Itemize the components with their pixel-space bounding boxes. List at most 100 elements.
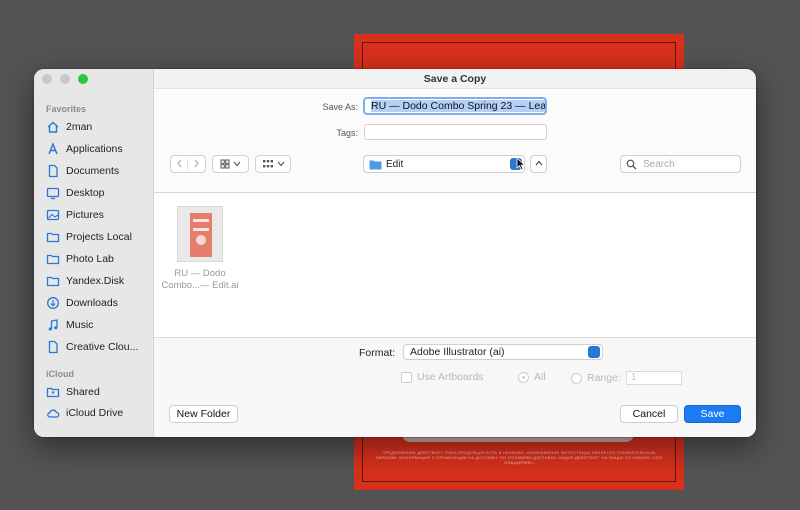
location-value: Edit bbox=[386, 158, 404, 170]
sidebar: Favorites 2man Applications Documents De… bbox=[34, 69, 154, 437]
file-name-line-2: Combo...— Edit.ai bbox=[161, 280, 239, 291]
sidebar-item-label: Photo Lab bbox=[66, 253, 114, 265]
view-mode-button[interactable] bbox=[212, 155, 249, 173]
document-icon bbox=[48, 164, 58, 178]
pictures-icon bbox=[46, 209, 60, 221]
forward-button[interactable] bbox=[188, 159, 205, 170]
document-icon bbox=[48, 340, 58, 354]
sidebar-item-downloads[interactable]: Downloads bbox=[46, 293, 150, 313]
sidebar-heading-icloud: iCloud bbox=[46, 369, 74, 379]
sidebar-item-pictures[interactable]: Pictures bbox=[46, 205, 150, 225]
file-item[interactable]: RU — Dodo Combo...— Edit.ai bbox=[160, 206, 240, 292]
use-artboards-option[interactable]: Use Artboards bbox=[401, 371, 484, 383]
sidebar-item-documents[interactable]: Documents bbox=[46, 161, 150, 181]
sidebar-item-projects-local[interactable]: Projects Local bbox=[46, 227, 150, 247]
sidebar-item-shared[interactable]: Shared bbox=[46, 382, 150, 402]
artboard-fine-print: ПРЕДЛОЖЕНИЕ ДЕЙСТВУЕТ, ПОКА ПРОДУКЦИЯ ЕС… bbox=[375, 450, 663, 465]
sidebar-item-label: Yandex.Disk bbox=[66, 275, 125, 287]
mouse-cursor-icon bbox=[516, 157, 526, 171]
sidebar-item-label: Pictures bbox=[66, 209, 104, 221]
sidebar-item-label: Desktop bbox=[66, 187, 105, 199]
sidebar-item-desktop[interactable]: Desktop bbox=[46, 183, 150, 203]
format-stepper[interactable] bbox=[588, 346, 600, 358]
range-radio[interactable] bbox=[571, 372, 582, 384]
sidebar-item-label: Documents bbox=[66, 165, 120, 177]
file-name: RU — Dodo Combo...— Edit.ai bbox=[160, 268, 240, 292]
folder-icon bbox=[46, 232, 60, 243]
range-label: Range: bbox=[587, 372, 621, 384]
save-options: Format: Adobe Illustrator (ai) Use Artbo… bbox=[154, 337, 756, 437]
sidebar-heading-favorites: Favorites bbox=[46, 104, 87, 114]
chevron-down-icon bbox=[233, 161, 241, 167]
folder-icon bbox=[369, 160, 382, 169]
file-browser: RU — Dodo Combo...— Edit.ai bbox=[154, 194, 756, 337]
icon-view-icon bbox=[220, 159, 230, 169]
zoom-window-button[interactable] bbox=[78, 74, 88, 84]
save-form: Save As: RU — Dodo Combo Spring 23 — Lea… bbox=[154, 89, 756, 193]
sidebar-item-label: Creative Clou... bbox=[66, 341, 139, 353]
music-icon bbox=[48, 319, 58, 331]
window-controls bbox=[42, 74, 88, 84]
save-as-label: Save As: bbox=[322, 102, 358, 112]
sidebar-item-label: Applications bbox=[66, 143, 123, 155]
sidebar-item-label: Projects Local bbox=[66, 231, 132, 243]
minimize-window-button[interactable] bbox=[60, 74, 70, 84]
history-navigation bbox=[170, 155, 206, 173]
shared-folder-icon bbox=[46, 387, 60, 398]
sidebar-item-2man[interactable]: 2man bbox=[46, 117, 150, 137]
sidebar-item-label: Music bbox=[66, 319, 94, 331]
tags-label: Tags: bbox=[336, 128, 358, 138]
all-radio[interactable] bbox=[518, 371, 529, 383]
sidebar-item-icloud-drive[interactable]: iCloud Drive bbox=[46, 403, 150, 423]
folder-icon bbox=[46, 254, 60, 265]
cloud-icon bbox=[47, 409, 60, 418]
applications-icon bbox=[48, 142, 58, 155]
chevron-left-icon bbox=[176, 159, 181, 167]
sidebar-item-label: 2man bbox=[66, 121, 93, 133]
range-option[interactable]: Range: 1 bbox=[571, 371, 682, 385]
range-input[interactable]: 1 bbox=[625, 371, 682, 385]
format-select[interactable]: Adobe Illustrator (ai) bbox=[403, 344, 603, 360]
group-icon bbox=[262, 160, 273, 168]
chevron-up-icon bbox=[535, 160, 542, 166]
sidebar-item-label: Downloads bbox=[66, 297, 118, 309]
file-name-line-1: RU — Dodo bbox=[174, 268, 226, 279]
chevron-down-icon bbox=[277, 161, 284, 167]
use-artboards-checkbox[interactable] bbox=[401, 371, 412, 383]
folder-icon bbox=[46, 276, 60, 287]
sidebar-item-label: iCloud Drive bbox=[66, 407, 124, 419]
home-icon bbox=[47, 121, 59, 133]
back-button[interactable] bbox=[171, 158, 188, 170]
location-popup[interactable]: Edit bbox=[363, 155, 525, 173]
all-label: All bbox=[534, 371, 546, 383]
all-option[interactable]: All bbox=[518, 371, 546, 383]
cancel-button[interactable]: Cancel bbox=[620, 405, 678, 423]
chevron-right-icon bbox=[194, 159, 199, 167]
new-folder-button[interactable]: New Folder bbox=[169, 405, 238, 423]
format-label: Format: bbox=[359, 347, 396, 359]
sidebar-item-photo-lab[interactable]: Photo Lab bbox=[46, 249, 150, 269]
search-field[interactable]: Search bbox=[620, 155, 741, 173]
collapse-button[interactable] bbox=[530, 155, 547, 173]
search-icon bbox=[626, 159, 637, 169]
save-as-input[interactable]: RU — Dodo Combo Spring 23 — Lea bbox=[363, 97, 547, 115]
sidebar-item-applications[interactable]: Applications bbox=[46, 139, 150, 159]
document-preview bbox=[190, 213, 212, 257]
search-input: Search bbox=[643, 158, 675, 170]
save-as-value: RU — Dodo Combo Spring 23 — Lea bbox=[371, 100, 547, 112]
sidebar-item-label: Shared bbox=[66, 386, 100, 398]
sidebar-item-creative-cloud[interactable]: Creative Clou... bbox=[46, 337, 150, 357]
save-dialog: Favorites 2man Applications Documents De… bbox=[34, 69, 756, 437]
use-artboards-label: Use Artboards bbox=[417, 371, 484, 383]
format-value: Adobe Illustrator (ai) bbox=[410, 346, 505, 358]
desktop-icon bbox=[46, 187, 60, 200]
file-thumbnail bbox=[177, 206, 223, 262]
close-window-button[interactable] bbox=[42, 74, 52, 84]
downloads-icon bbox=[47, 297, 59, 309]
tags-input[interactable] bbox=[364, 124, 547, 140]
group-by-button[interactable] bbox=[255, 155, 291, 173]
dialog-title: Save a Copy bbox=[154, 69, 756, 89]
sidebar-item-yandex-disk[interactable]: Yandex.Disk bbox=[46, 271, 150, 291]
sidebar-item-music[interactable]: Music bbox=[46, 315, 150, 335]
save-button[interactable]: Save bbox=[684, 405, 741, 423]
